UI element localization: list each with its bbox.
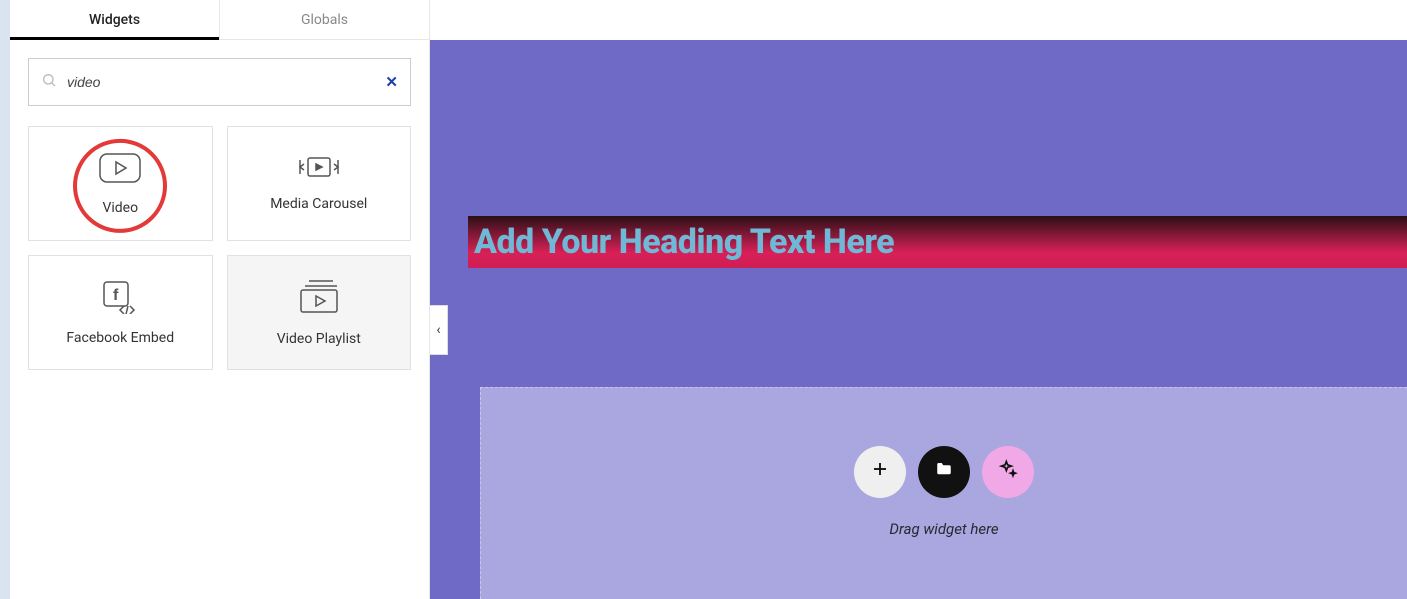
facebook-embed-icon: f — [98, 280, 142, 318]
tab-widgets-label: Widgets — [89, 12, 140, 28]
svg-text:f: f — [113, 287, 119, 304]
tab-widgets[interactable]: Widgets — [10, 0, 219, 39]
widgets-sidebar: Widgets Globals ✕ Video — [10, 0, 430, 599]
sparkle-icon — [998, 459, 1018, 485]
widget-label: Video Playlist — [277, 331, 361, 347]
folder-icon — [935, 460, 953, 484]
ai-assist-button[interactable] — [982, 446, 1034, 498]
widget-search: ✕ — [28, 58, 411, 106]
sidebar-collapse-handle[interactable]: ‹ — [430, 305, 448, 355]
widget-item-facebook-embed[interactable]: f Facebook Embed — [28, 255, 213, 370]
heading-widget[interactable]: Add Your Heading Text Here — [468, 216, 1407, 268]
dropzone-buttons — [854, 446, 1034, 498]
heading-text: Add Your Heading Text Here — [474, 222, 894, 262]
plus-icon — [871, 460, 889, 484]
search-input[interactable] — [67, 74, 385, 90]
widget-label: Video — [102, 200, 138, 216]
sidebar-tabs: Widgets Globals — [10, 0, 429, 40]
widget-label: Media Carousel — [270, 196, 367, 212]
chevron-left-icon: ‹ — [436, 322, 440, 338]
tab-globals-label: Globals — [301, 12, 348, 28]
canvas-area: Add Your Heading Text Here — [430, 10, 1407, 599]
carousel-icon — [294, 156, 344, 184]
widget-label: Facebook Embed — [66, 330, 174, 346]
dropzone-hint: Drag widget here — [889, 520, 998, 538]
search-icon — [41, 72, 57, 92]
template-library-button[interactable] — [918, 446, 970, 498]
clear-search-icon[interactable]: ✕ — [385, 73, 398, 91]
widget-item-video-playlist[interactable]: Video Playlist — [227, 255, 412, 370]
widget-grid: Video Media Carousel — [28, 126, 411, 370]
sidebar-body: ✕ Video — [10, 40, 429, 388]
app-left-strip — [0, 0, 10, 599]
widget-item-video[interactable]: Video — [28, 126, 213, 241]
video-playlist-icon — [297, 279, 341, 319]
tab-globals[interactable]: Globals — [219, 0, 429, 39]
video-icon — [98, 152, 142, 188]
widget-dropzone[interactable]: Drag widget here — [480, 387, 1407, 599]
widget-item-media-carousel[interactable]: Media Carousel — [227, 126, 412, 241]
add-widget-button[interactable] — [854, 446, 906, 498]
